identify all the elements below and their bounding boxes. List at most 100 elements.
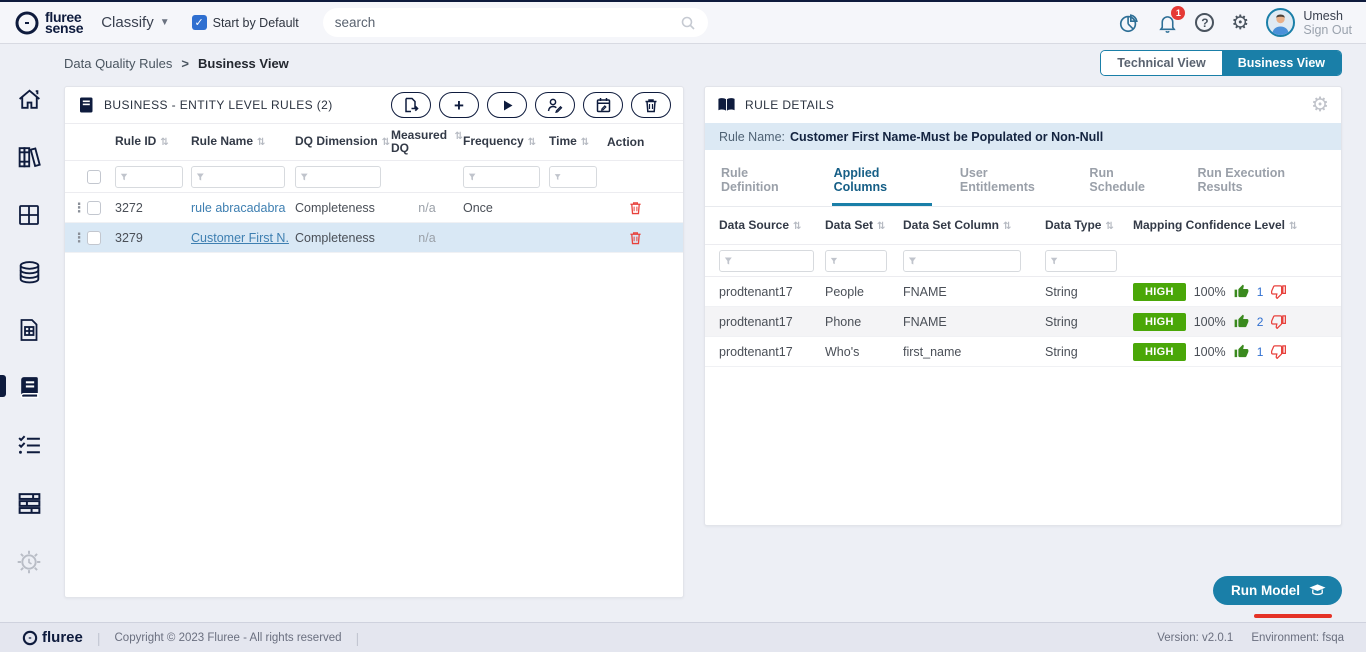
row-menu-icon[interactable]: ⋮ bbox=[71, 200, 87, 216]
sort-icon[interactable]: ⇅ bbox=[1105, 220, 1113, 233]
thumbs-down-icon[interactable] bbox=[1271, 344, 1286, 359]
select-all-checkbox[interactable] bbox=[87, 170, 101, 184]
sidebar-item-rules-book[interactable]: › bbox=[16, 374, 43, 401]
sort-icon[interactable]: ⇅ bbox=[528, 136, 536, 149]
rule-name-link[interactable]: Customer First N. bbox=[191, 231, 295, 245]
col-data-type[interactable]: Data Type bbox=[1045, 219, 1101, 232]
sort-icon[interactable]: ⇅ bbox=[257, 136, 265, 149]
filter-data-source-input[interactable] bbox=[736, 255, 809, 267]
filter-dq-dimension-input[interactable] bbox=[312, 171, 377, 183]
tab-applied-columns[interactable]: Applied Columns bbox=[832, 154, 932, 206]
row-checkbox[interactable] bbox=[87, 201, 101, 215]
usage-chart-icon[interactable] bbox=[1118, 12, 1140, 34]
filter-time bbox=[549, 166, 597, 188]
thumbs-up-icon[interactable] bbox=[1234, 314, 1249, 329]
cell-measured-dq: n/a bbox=[391, 231, 463, 245]
match-percent: 100% bbox=[1194, 345, 1226, 359]
col-data-source[interactable]: Data Source bbox=[719, 219, 789, 232]
details-settings-icon[interactable]: ⚙ bbox=[1311, 95, 1329, 115]
help-icon[interactable]: ? bbox=[1195, 13, 1214, 32]
filter-time-input[interactable] bbox=[564, 171, 592, 183]
sidebar-item-checklist[interactable] bbox=[16, 432, 43, 459]
table-row-selected[interactable]: ⋮ 3279 Customer First N. Completeness n/… bbox=[65, 223, 683, 253]
row-menu-icon[interactable]: ⋮ bbox=[71, 230, 87, 246]
filter-rule-name-input[interactable] bbox=[208, 171, 280, 183]
mapping-row[interactable]: prodtenant17 Phone FNAME String HIGH 100… bbox=[705, 307, 1341, 337]
cell-data-set-column: FNAME bbox=[903, 315, 1045, 329]
delete-rules-button[interactable] bbox=[631, 92, 671, 118]
add-rule-button[interactable]: + bbox=[439, 92, 479, 118]
search-input[interactable] bbox=[335, 15, 680, 30]
schedule-button[interactable] bbox=[583, 92, 623, 118]
sidebar-item-home[interactable] bbox=[16, 86, 43, 113]
cell-data-source: prodtenant17 bbox=[719, 345, 825, 359]
module-selector[interactable]: Classify ▼ bbox=[101, 14, 169, 31]
run-rule-button[interactable] bbox=[487, 92, 527, 118]
top-navbar: fluree sense Classify ▼ ✓ Start by Defau… bbox=[0, 2, 1366, 44]
filter-data-type-input[interactable] bbox=[1061, 255, 1112, 267]
chevron-down-icon: ▼ bbox=[160, 17, 170, 28]
rules-book-icon bbox=[16, 374, 43, 401]
sort-icon[interactable]: ⇅ bbox=[581, 136, 589, 149]
col-dq-dimension[interactable]: DQ Dimension bbox=[295, 135, 378, 148]
sidebar-item-grid[interactable] bbox=[16, 202, 42, 228]
divider: | bbox=[97, 630, 101, 646]
col-rule-id[interactable]: Rule ID bbox=[115, 135, 156, 148]
breadcrumb-parent[interactable]: Data Quality Rules bbox=[64, 56, 172, 71]
col-time[interactable]: Time bbox=[549, 135, 577, 148]
sort-icon[interactable]: ⇅ bbox=[793, 220, 801, 233]
sort-icon[interactable]: ⇅ bbox=[160, 136, 168, 149]
avatar[interactable] bbox=[1266, 8, 1295, 37]
col-measured-dq[interactable]: Measured DQ bbox=[391, 129, 451, 155]
business-view-button[interactable]: Business View bbox=[1222, 51, 1341, 75]
user-name: Umesh bbox=[1303, 9, 1352, 23]
col-data-set[interactable]: Data Set bbox=[825, 219, 873, 232]
cell-dq-dimension: Completeness bbox=[295, 231, 391, 245]
row-checkbox[interactable] bbox=[87, 231, 101, 245]
col-mapping-confidence[interactable]: Mapping Confidence Level bbox=[1133, 219, 1285, 232]
sort-icon[interactable]: ⇅ bbox=[455, 130, 463, 143]
sidebar-item-database[interactable] bbox=[16, 259, 43, 286]
tab-run-execution-results[interactable]: Run Execution Results bbox=[1195, 154, 1327, 206]
sort-icon[interactable]: ⇅ bbox=[382, 136, 390, 149]
filter-frequency-input[interactable] bbox=[479, 171, 535, 183]
delete-row-button[interactable] bbox=[607, 231, 663, 245]
sign-out-link[interactable]: Sign Out bbox=[1303, 23, 1352, 37]
filter-frequency bbox=[463, 166, 540, 188]
col-frequency[interactable]: Frequency bbox=[463, 135, 524, 148]
notifications-bell-icon[interactable]: 1 bbox=[1157, 12, 1178, 34]
rule-name-link[interactable]: rule abracadabra bbox=[191, 201, 295, 215]
settings-gear-icon[interactable]: ⚙ bbox=[1231, 13, 1249, 33]
filter-rule-name bbox=[191, 166, 285, 188]
export-button[interactable] bbox=[391, 92, 431, 118]
mapping-row[interactable]: prodtenant17 People FNAME String HIGH 10… bbox=[705, 277, 1341, 307]
start-by-default-checkbox[interactable]: ✓ bbox=[192, 15, 207, 30]
col-rule-name[interactable]: Rule Name bbox=[191, 135, 253, 148]
thumbs-up-icon[interactable] bbox=[1234, 284, 1249, 299]
tab-run-schedule[interactable]: Run Schedule bbox=[1087, 154, 1169, 206]
filter-rule-id-input[interactable] bbox=[131, 171, 178, 183]
assign-user-button[interactable] bbox=[535, 92, 575, 118]
sidebar-item-report[interactable] bbox=[16, 317, 42, 343]
thumbs-up-icon[interactable] bbox=[1234, 344, 1249, 359]
sidebar-item-settings-history[interactable] bbox=[15, 548, 43, 576]
sort-icon[interactable]: ⇅ bbox=[877, 220, 885, 233]
delete-row-button[interactable] bbox=[607, 201, 663, 215]
col-data-set-column[interactable]: Data Set Column bbox=[903, 219, 999, 232]
sidebar-item-library[interactable] bbox=[16, 144, 43, 171]
sort-icon[interactable]: ⇅ bbox=[1289, 220, 1297, 233]
table-row[interactable]: ⋮ 3272 rule abracadabra Completeness n/a… bbox=[65, 193, 683, 223]
filter-data-set-column-input[interactable] bbox=[920, 255, 1016, 267]
run-model-button[interactable]: Run Model bbox=[1213, 576, 1342, 605]
sort-icon[interactable]: ⇅ bbox=[1003, 220, 1011, 233]
rules-toolbar: + bbox=[391, 92, 671, 118]
details-filter-row bbox=[705, 245, 1341, 277]
technical-view-button[interactable]: Technical View bbox=[1101, 51, 1221, 75]
filter-data-set-input[interactable] bbox=[841, 255, 882, 267]
tab-user-entitlements[interactable]: User Entitlements bbox=[958, 154, 1062, 206]
tab-rule-definition[interactable]: Rule Definition bbox=[719, 154, 806, 206]
thumbs-down-icon[interactable] bbox=[1271, 314, 1286, 329]
sidebar-item-servers[interactable] bbox=[16, 490, 43, 517]
thumbs-down-icon[interactable] bbox=[1271, 284, 1286, 299]
mapping-row[interactable]: prodtenant17 Who's first_name String HIG… bbox=[705, 337, 1341, 367]
